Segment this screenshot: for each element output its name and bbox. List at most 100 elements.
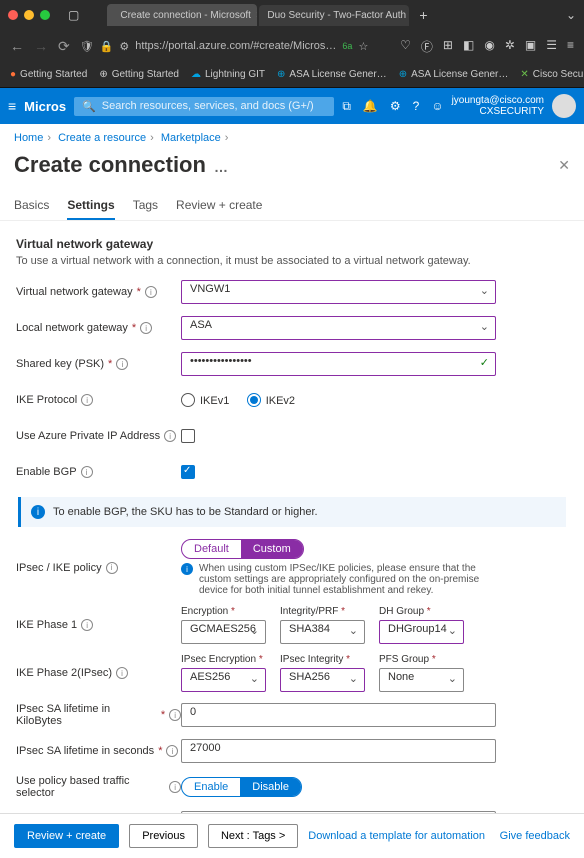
info-icon[interactable]: i — [145, 286, 157, 298]
toolbar-icons: ♡ Ⓕ ⊞ ◧ ◉ ✲ ▣ ☰ ≡ — [400, 38, 574, 55]
bookmark-item[interactable]: ☁Lightning GIT — [191, 69, 265, 80]
info-icon[interactable]: i — [140, 322, 152, 334]
info-icon: i — [31, 505, 45, 519]
reload-button[interactable]: ⟳ — [58, 38, 70, 55]
globe-icon: ⊕ — [99, 69, 107, 80]
sa-kb-input[interactable]: 0 — [181, 703, 496, 727]
review-create-button[interactable]: Review + create — [14, 824, 119, 848]
breadcrumb: Home› Create a resource› Marketplace› — [0, 124, 584, 152]
sa-sec-input[interactable]: 27000 — [181, 739, 496, 763]
qr-icon[interactable]: ⊞ — [443, 38, 453, 55]
p1-dhgroup-select[interactable]: DHGroup14 — [379, 620, 464, 644]
tab-azure[interactable]: Create connection - Microsoft × — [107, 4, 257, 26]
chevron-down-icon[interactable]: ⌄ — [566, 8, 576, 22]
close-window[interactable] — [8, 10, 18, 20]
bgp-notice: i To enable BGP, the SKU has to be Stand… — [18, 497, 566, 527]
info-icon[interactable]: i — [81, 619, 93, 631]
download-template-link[interactable]: Download a template for automation — [308, 830, 485, 842]
pocket-icon[interactable]: ♡ — [400, 38, 411, 55]
browser-navbar: ← → ⟳ 🛡 🔒 ⚙ https://portal.azure.com/#cr… — [0, 30, 584, 62]
url-bar[interactable]: 🛡 🔒 ⚙ https://portal.azure.com/#create/M… — [80, 40, 390, 53]
info-icon[interactable]: i — [81, 394, 93, 406]
close-tab-icon[interactable]: × — [256, 10, 257, 21]
p2-integrity-select[interactable]: SHA256 — [280, 668, 365, 692]
browser-tabs: Create connection - Microsoft × Duo Secu… — [107, 4, 558, 26]
tab-basics[interactable]: Basics — [14, 192, 49, 220]
lng-select[interactable]: ASA — [181, 316, 496, 340]
vng-select[interactable]: VNGW1 — [181, 280, 496, 304]
pill-default[interactable]: Default — [182, 540, 241, 558]
crumb-home[interactable]: Home — [14, 132, 43, 144]
close-blade-icon[interactable]: ✕ — [558, 157, 570, 174]
more-icon[interactable]: … — [214, 159, 228, 175]
checkbox-private-ip[interactable] — [181, 429, 195, 443]
tab-settings[interactable]: Settings — [67, 192, 114, 220]
p2-pfs-select[interactable]: None — [379, 668, 464, 692]
info-icon[interactable]: i — [169, 781, 181, 793]
wizard-footer: Review + create Previous Next : Tags > D… — [0, 813, 584, 858]
info-icon[interactable]: i — [169, 709, 181, 721]
feedback-icon[interactable]: ☺ — [431, 99, 443, 114]
extension-icon[interactable]: ◉ — [484, 38, 494, 55]
bookmark-item[interactable]: ⊕ASA License Gener… — [277, 69, 387, 80]
brand-label: Micros — [24, 99, 66, 114]
tab-label: Create connection - Microsoft — [120, 10, 251, 21]
p1-integrity-select[interactable]: SHA384 — [280, 620, 365, 644]
checkbox-bgp[interactable] — [181, 465, 195, 479]
info-icon[interactable]: i — [166, 745, 178, 757]
section-heading: Virtual network gateway — [16, 237, 568, 251]
new-tab-button[interactable]: + — [411, 7, 435, 23]
tab-duo[interactable]: Duo Security - Two-Factor Auth × — [259, 5, 409, 26]
search-box[interactable]: 🔍 — [74, 97, 334, 116]
help-icon[interactable]: ? — [413, 99, 420, 114]
p2-encryption-select[interactable]: AES256 — [181, 668, 266, 692]
radio-ikev1[interactable] — [181, 393, 195, 407]
tab-review[interactable]: Review + create — [176, 192, 262, 220]
settings-icon[interactable]: ⚙ — [390, 99, 401, 114]
sf-icon: ☁ — [191, 69, 201, 80]
p1-encryption-select[interactable]: GCMAES256 — [181, 620, 266, 644]
info-icon[interactable]: i — [116, 667, 128, 679]
selector-toggle: Enable Disable — [181, 777, 302, 797]
forward-button[interactable]: → — [34, 38, 48, 54]
radio-ikev2[interactable] — [247, 393, 261, 407]
info-icon[interactable]: i — [164, 430, 176, 442]
maximize-window[interactable] — [40, 10, 50, 20]
star-icon[interactable]: ☆ — [358, 40, 368, 53]
info-icon[interactable]: i — [106, 562, 118, 574]
previous-button[interactable]: Previous — [129, 824, 198, 848]
bookmark-item[interactable]: ⊕ASA License Gener… — [399, 69, 509, 80]
avatar[interactable] — [552, 94, 576, 118]
cisco-icon: ⊕ — [277, 69, 285, 80]
cloud-shell-icon[interactable]: ⧉ — [342, 99, 351, 114]
next-button[interactable]: Next : Tags > — [208, 824, 298, 848]
give-feedback-link[interactable]: Give feedback — [500, 830, 570, 842]
bookmark-item[interactable]: ●Getting Started — [10, 69, 87, 80]
extension-icon[interactable]: ▣ — [525, 38, 536, 55]
section-hint: To use a virtual network with a connecti… — [16, 255, 568, 267]
info-icon[interactable]: i — [116, 358, 128, 370]
lock-icon: 🔒 — [100, 40, 114, 53]
notifications-icon[interactable]: 🔔 — [363, 99, 378, 114]
tab-tags[interactable]: Tags — [133, 192, 158, 220]
user-info[interactable]: jyoungta@cisco.com CXSECURITY — [452, 95, 544, 117]
info-icon[interactable]: i — [81, 466, 93, 478]
search-input[interactable] — [102, 100, 327, 112]
crumb-create[interactable]: Create a resource — [58, 132, 146, 144]
pill-disable[interactable]: Disable — [240, 778, 301, 796]
bookmark-item[interactable]: ✕Cisco SecureX — [520, 69, 584, 80]
account-icon[interactable]: Ⓕ — [421, 38, 433, 55]
menu-icon[interactable]: ≡ — [8, 98, 16, 114]
psk-input[interactable]: •••••••••••••••• — [181, 352, 496, 376]
container-icon[interactable]: ◧ — [463, 38, 474, 55]
bookmark-item[interactable]: ⊕Getting Started — [99, 69, 179, 80]
crumb-marketplace[interactable]: Marketplace — [161, 132, 221, 144]
menu-icon[interactable]: ≡ — [567, 38, 574, 55]
pill-enable[interactable]: Enable — [182, 778, 240, 796]
cisco-icon: ⊕ — [399, 69, 407, 80]
sidebar-icon[interactable]: ☰ — [546, 38, 557, 55]
back-button[interactable]: ← — [10, 38, 24, 54]
pill-custom[interactable]: Custom — [241, 540, 303, 558]
minimize-window[interactable] — [24, 10, 34, 20]
extension-icon[interactable]: ✲ — [505, 38, 515, 55]
